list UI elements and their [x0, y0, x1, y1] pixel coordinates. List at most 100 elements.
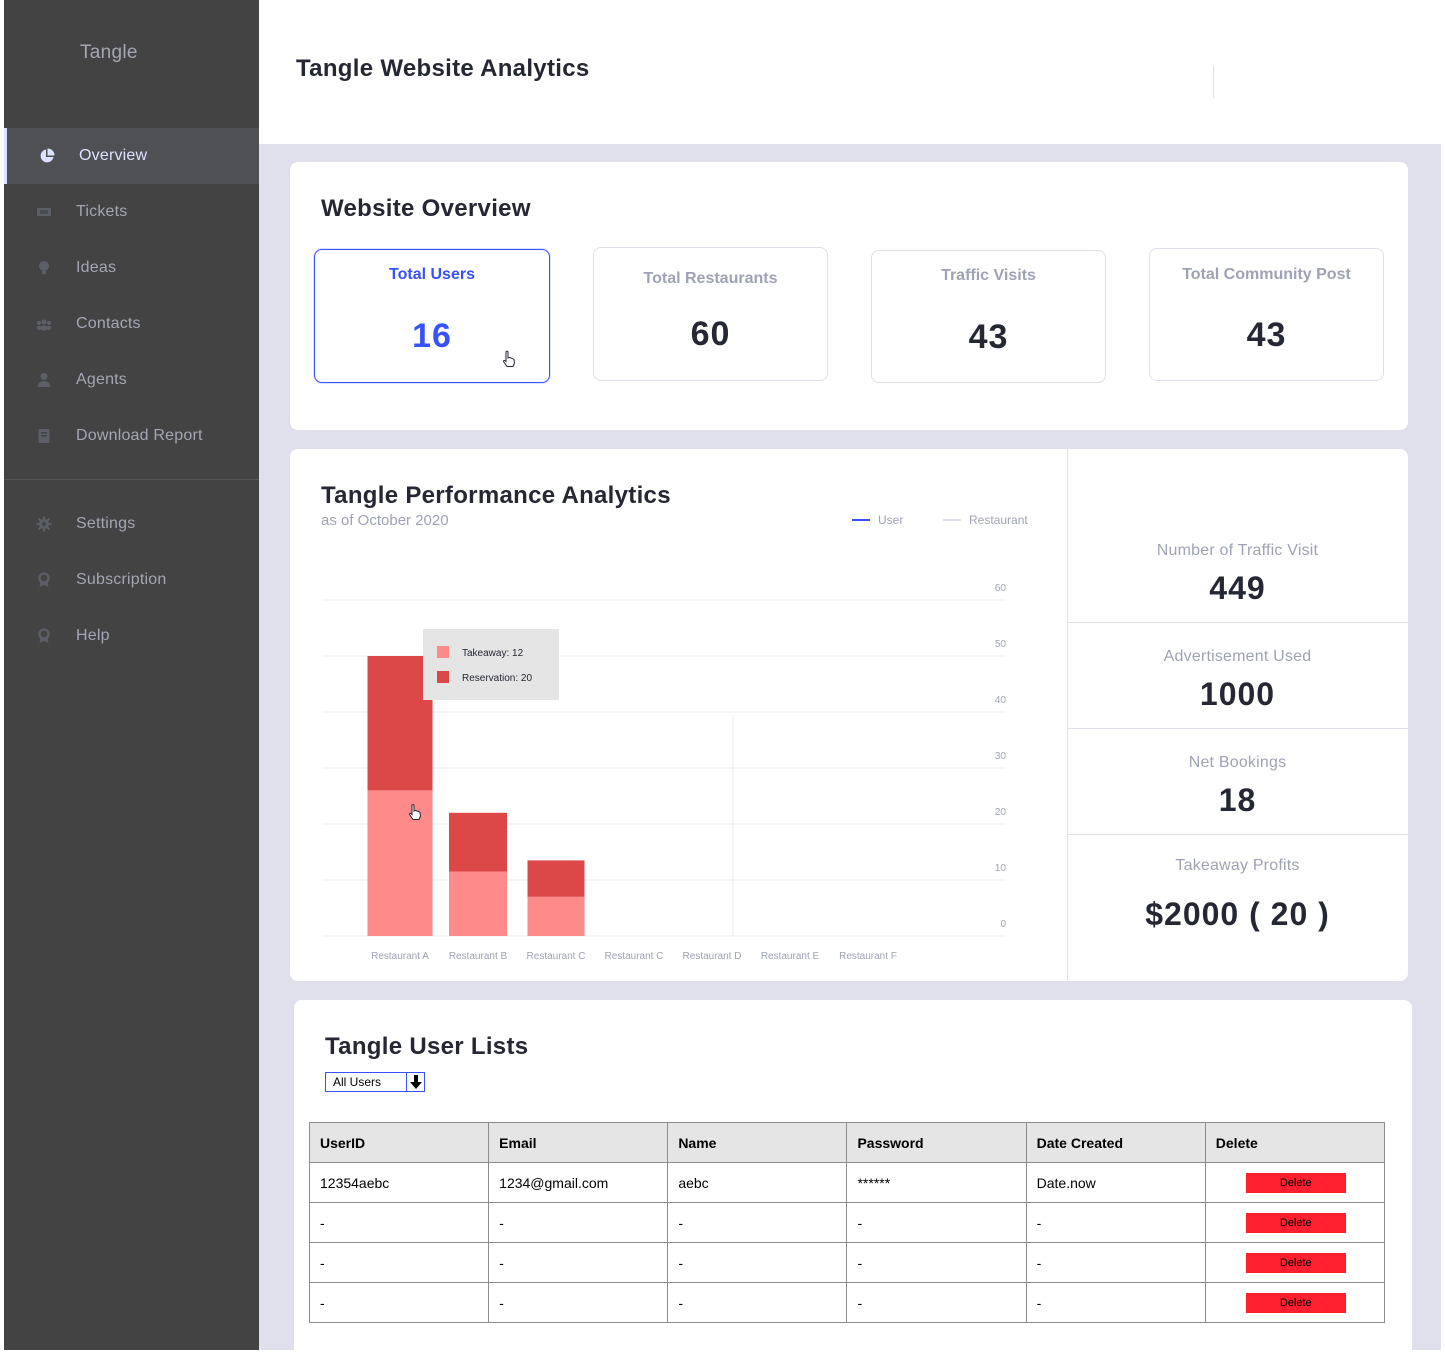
sidebar-item-label: Ideas — [76, 259, 117, 276]
delete-button[interactable]: Delete — [1245, 1252, 1346, 1273]
kpi-label: Number of Traffic Visit — [1156, 542, 1319, 559]
bar-takeaway — [527, 896, 585, 936]
x-tick-label: Restaurant B — [449, 951, 508, 962]
cell-name: - — [667, 1202, 848, 1243]
award-icon — [36, 572, 52, 588]
lightbulb-icon — [36, 260, 52, 276]
sidebar-item-ideas[interactable]: Ideas — [4, 240, 259, 296]
stat-traffic-visits[interactable]: Traffic Visits 43 — [871, 250, 1106, 383]
tooltip-reservation: Reservation: 20 — [462, 673, 532, 684]
cell-date-created: - — [1025, 1282, 1206, 1323]
x-tick-label: Restaurant C — [605, 951, 664, 962]
sidebar-item-subscription[interactable]: Subscription — [4, 552, 259, 608]
agent-icon — [36, 372, 52, 388]
table-row: 12354aebc 1234@gmail.com aebc ****** Dat… — [308, 1162, 1386, 1203]
table-row: - - - - - Delete — [308, 1282, 1386, 1323]
cell-date-created: Date.now — [1025, 1162, 1206, 1203]
award-icon — [36, 628, 52, 644]
stat-total-community-post[interactable]: Total Community Post 43 — [1149, 248, 1384, 381]
column-header-password[interactable]: Password — [846, 1122, 1027, 1163]
user-filter-select[interactable]: All Users — [325, 1072, 425, 1092]
sidebar-item-label: Agents — [76, 371, 128, 388]
sidebar-item-download-report[interactable]: Download Report — [4, 408, 259, 464]
kpi-value: 449 — [1209, 570, 1266, 606]
stat-label: Traffic Visits — [941, 267, 1036, 284]
select-value: All Users — [333, 1075, 382, 1089]
contacts-icon — [36, 316, 52, 332]
cell-email: - — [488, 1282, 669, 1323]
header-divider — [1213, 66, 1214, 98]
website-overview-card: Website Overview Total Users 16 Total Re… — [290, 162, 1408, 430]
tooltip-swatch-takeaway — [437, 646, 449, 658]
stat-total-restaurants[interactable]: Total Restaurants 60 — [593, 247, 828, 381]
column-header-userid[interactable]: UserID — [308, 1122, 490, 1163]
ticket-icon — [36, 204, 52, 220]
cell-userid: - — [308, 1202, 490, 1243]
cell-password: - — [846, 1282, 1027, 1323]
sidebar-item-help[interactable]: Help — [4, 608, 259, 664]
tooltip-takeaway: Takeaway: 12 — [462, 648, 524, 659]
sidebar-item-tickets[interactable]: Tickets — [4, 184, 259, 240]
chart-tooltip — [423, 629, 559, 700]
kpi-value: $2000 ( 20 ) — [1145, 896, 1330, 932]
kpi-traffic-visit: Number of Traffic Visit 449 — [1067, 522, 1408, 623]
kpi-value: 1000 — [1199, 676, 1276, 712]
sidebar-item-contacts[interactable]: Contacts — [4, 296, 259, 352]
page-title: Tangle Website Analytics — [296, 55, 590, 82]
sidebar-item-label: Help — [76, 627, 110, 644]
cell-userid: 12354aebc — [308, 1162, 490, 1203]
stat-label: Total Restaurants — [643, 270, 778, 287]
sidebar-item-settings[interactable]: Settings — [4, 496, 259, 552]
cell-email: - — [488, 1242, 669, 1283]
x-tick-label: Restaurant F — [839, 951, 897, 962]
table-header-row: UserID Email Name Password Date Created … — [308, 1122, 1386, 1163]
delete-button[interactable]: Delete — [1245, 1172, 1346, 1193]
table-row: - - - - - Delete — [308, 1202, 1386, 1243]
x-tick-label: Restaurant E — [761, 951, 820, 962]
bar-reservation — [367, 656, 433, 791]
stat-label: Total Community Post — [1182, 266, 1351, 283]
y-tick-label: 60 — [995, 583, 1007, 594]
column-header-date-created[interactable]: Date Created — [1025, 1122, 1206, 1163]
cell-password: ****** — [846, 1162, 1027, 1203]
bar-reservation — [449, 812, 507, 872]
kpi-net-bookings: Net Bookings 18 — [1067, 729, 1408, 835]
cell-delete: Delete — [1204, 1282, 1386, 1323]
sidebar-item-label: Subscription — [76, 571, 167, 588]
x-tick-label: Restaurant C — [527, 951, 586, 962]
page-edge — [1441, 0, 1445, 1358]
kpi-label: Advertisement Used — [1163, 648, 1312, 665]
cell-password: - — [846, 1202, 1027, 1243]
cell-delete: Delete — [1204, 1202, 1386, 1243]
cell-name: - — [667, 1282, 848, 1323]
cell-name: aebc — [667, 1162, 848, 1203]
user-list-title: Tangle User Lists — [325, 1033, 529, 1060]
sidebar-item-agents[interactable]: Agents — [4, 352, 259, 408]
sidebar-item-overview[interactable]: Overview — [4, 128, 259, 184]
kpi-value: 18 — [1218, 782, 1257, 818]
cell-delete: Delete — [1204, 1162, 1386, 1203]
cell-delete: Delete — [1204, 1242, 1386, 1283]
delete-button[interactable]: Delete — [1245, 1212, 1346, 1233]
sidebar-item-label: Overview — [79, 147, 148, 164]
sidebar-item-label: Contacts — [76, 315, 141, 332]
brand-logo[interactable]: Tangle — [80, 42, 138, 64]
column-header-email[interactable]: Email — [488, 1122, 669, 1163]
book-icon — [36, 428, 52, 444]
hand-cursor-icon — [502, 350, 516, 367]
sidebar: Tangle Overview Tickets Ideas Contacts A… — [4, 0, 259, 1350]
header: Tangle Website Analytics — [259, 0, 1441, 144]
column-header-name[interactable]: Name — [667, 1122, 848, 1163]
cell-email: 1234@gmail.com — [488, 1162, 669, 1203]
kpi-advertisement-used: Advertisement Used 1000 — [1067, 623, 1408, 729]
column-header-delete[interactable]: Delete — [1204, 1122, 1386, 1163]
y-tick-label: 30 — [995, 751, 1007, 762]
sidebar-item-label: Tickets — [76, 203, 128, 220]
y-tick-label: 50 — [995, 639, 1007, 650]
overview-title: Website Overview — [321, 195, 531, 222]
sidebar-divider — [4, 479, 259, 480]
stat-value: 43 — [1246, 316, 1287, 354]
delete-button[interactable]: Delete — [1245, 1292, 1346, 1313]
pie-chart-icon — [39, 148, 55, 164]
bar-takeaway — [367, 790, 433, 936]
